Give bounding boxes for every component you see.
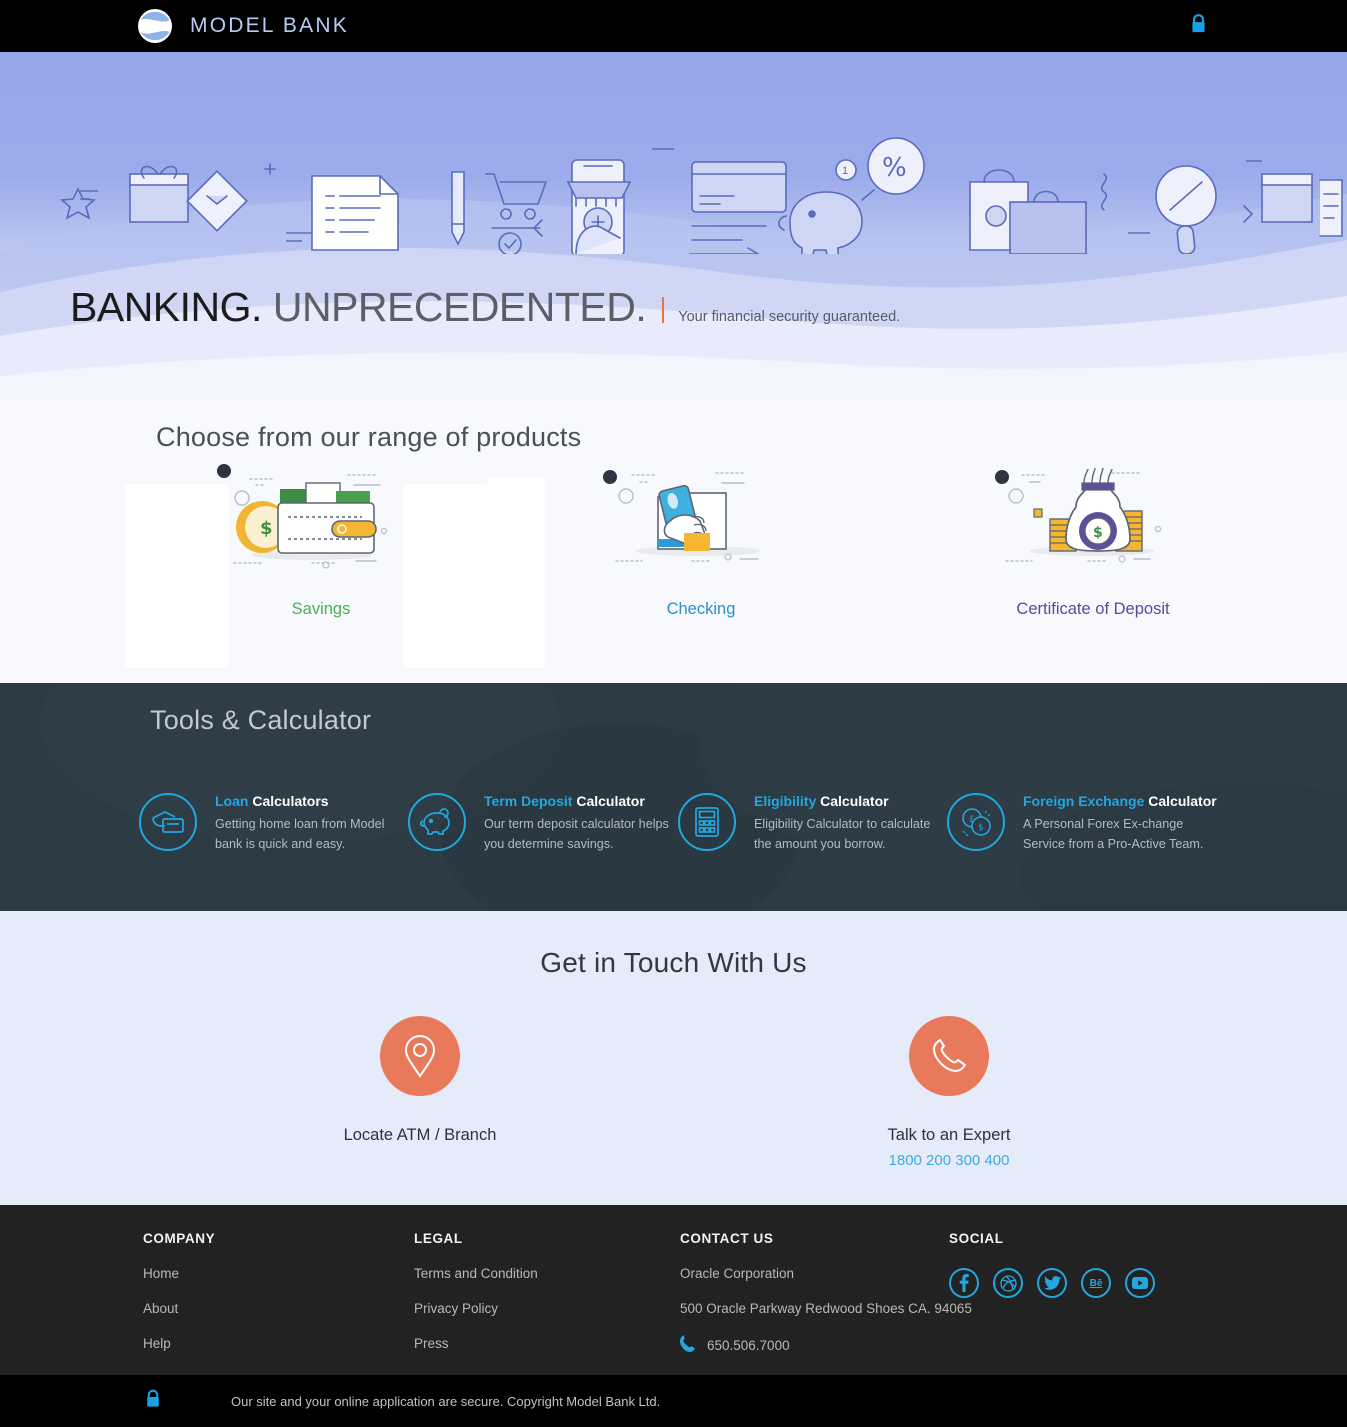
footer-heading-social: SOCIAL [949,1231,1004,1246]
map-pin-icon [380,1016,460,1096]
piggy-bank-icon [408,793,466,851]
get-in-touch-section: Get in Touch With Us Locate ATM / Branch… [0,911,1347,1205]
tool-desc-term-deposit: Our term deposit calculator helps you de… [484,817,669,851]
footer: COMPANY Home About Help LEGAL Terms and … [0,1205,1347,1375]
footer-column-legal: LEGAL Terms and Condition Privacy Policy… [414,1231,538,1351]
svg-text:$: $ [978,823,984,833]
lock-icon[interactable] [1190,14,1207,39]
social-icons-row: Bē [949,1268,1155,1298]
footer-contact-address: 500 Oracle Parkway Redwood Shoes CA. 940… [680,1301,972,1316]
footer-heading-company: COMPANY [143,1231,216,1246]
top-navigation-bar: MODEL BANK [0,0,1347,52]
product-card-savings[interactable]: $ Savings [171,460,471,619]
footer-link-help[interactable]: Help [143,1336,215,1351]
locate-atm-branch-item[interactable]: Locate ATM / Branch [270,1016,570,1145]
dribbble-icon[interactable] [993,1268,1023,1298]
product-label-checking: Checking [666,600,736,618]
svg-text:$: $ [1093,525,1103,541]
hero-headline-block: BANKING. UNPRECEDENTED. Your financial s… [70,284,900,331]
tool-desc-foreign-exchange: A Personal Forex Ex-change Service from … [1023,817,1204,851]
tool-desc-loan: Getting home loan from Model bank is qui… [215,817,385,851]
tool-title-foreign-exchange: Foreign Exchange Calculator [1023,793,1217,809]
hand-card-swipe-icon [139,793,197,851]
footer-column-social: SOCIAL Bē [949,1231,1155,1298]
phone-icon [680,1334,695,1357]
footer-link-home[interactable]: Home [143,1266,215,1281]
footer-column-company: COMPANY Home About Help [143,1231,215,1351]
bottom-security-text: Our site and your online application are… [231,1393,661,1409]
hero-tagline: Your financial security guaranteed. [678,309,901,325]
certificate-of-deposit-illustration: $ [943,460,1243,578]
hero-headline: BANKING. UNPRECEDENTED. [70,284,647,331]
phone-icon [909,1016,989,1096]
brand-logo[interactable]: MODEL BANK [136,7,349,45]
svg-text:$: $ [260,518,273,539]
product-label-certificate-of-deposit: Certificate of Deposit [1016,600,1170,618]
footer-contact-phone: 650.506.7000 [707,1338,790,1353]
model-bank-logo-icon [136,7,174,45]
tool-card-term-deposit-calculator[interactable]: Term Deposit Calculator Our term deposit… [408,791,676,854]
tool-desc-eligibility: Eligibility Calculator to calculate the … [754,817,931,851]
talk-to-expert-label: Talk to an Expert [887,1126,1011,1144]
hero-banner: 1 % BANKING. UNPRECEDENTED. Your financi… [0,52,1347,400]
footer-link-terms[interactable]: Terms and Condition [414,1266,538,1281]
hero-headline-strong: BANKING. [70,284,262,330]
tools-title: Tools & Calculator [150,705,372,735]
footer-link-press[interactable]: Press [414,1336,538,1351]
footer-link-privacy[interactable]: Privacy Policy [414,1301,538,1316]
talk-to-expert-phone[interactable]: 1800 200 300 400 [799,1152,1099,1169]
product-label-savings: Savings [291,600,351,618]
hero-illustration: 1 % [60,137,1343,254]
footer-column-contact: CONTACT US Oracle Corporation 500 Oracle… [680,1231,972,1357]
hero-headline-light: UNPRECEDENTED. [272,284,647,330]
currency-coins-icon: £ $ [947,793,1005,851]
bottom-security-bar: Our site and your online application are… [0,1375,1347,1427]
calculator-icon [678,793,736,851]
tools-calculator-section: Tools & Calculator Loan Calculators Gett… [0,683,1347,911]
footer-contact-org: Oracle Corporation [680,1266,795,1281]
product-card-checking[interactable]: Checking [551,460,851,619]
svg-text:%: % [882,153,907,183]
footer-heading-contact: CONTACT US [680,1231,774,1246]
twitter-icon[interactable] [1037,1268,1067,1298]
tool-card-foreign-exchange-calculator[interactable]: £ $ Foreign Exchange Calculator A Person… [947,791,1217,854]
talk-to-expert-item[interactable]: Talk to an Expert 1800 200 300 400 [799,1016,1099,1169]
tool-title-eligibility: Eligibility Calculator [754,793,889,809]
tool-card-loan-calculators[interactable]: Loan Calculators Getting home loan from … [139,791,407,854]
product-card-certificate-of-deposit[interactable]: $ Certificate of Deposit [943,460,1243,619]
facebook-icon[interactable] [949,1268,979,1298]
products-section: Choose from our range of products $ Savi… [0,400,1347,683]
behance-icon[interactable]: Bē [1081,1268,1111,1298]
get-in-touch-title: Get in Touch With Us [540,947,807,978]
youtube-icon[interactable] [1125,1268,1155,1298]
tool-title-term-deposit: Term Deposit Calculator [484,793,645,809]
hero-divider [662,296,665,323]
products-title: Choose from our range of products [156,422,582,452]
footer-link-about[interactable]: About [143,1301,215,1316]
products-row: $ Savings Checking $ Certificate of Depo… [0,460,1347,683]
footer-heading-legal: LEGAL [414,1231,463,1246]
svg-text:1: 1 [842,165,848,177]
footer-contact-phone-row[interactable]: 650.506.7000 [680,1334,972,1357]
tool-title-loan: Loan Calculators [215,793,329,809]
savings-illustration: $ [171,460,471,578]
tool-card-eligibility-calculator[interactable]: Eligibility Calculator Eligibility Calcu… [678,791,946,854]
checking-illustration [551,460,851,578]
brand-name: MODEL BANK [190,14,349,37]
lock-icon [145,1389,161,1413]
locate-atm-branch-label: Locate ATM / Branch [343,1126,497,1144]
